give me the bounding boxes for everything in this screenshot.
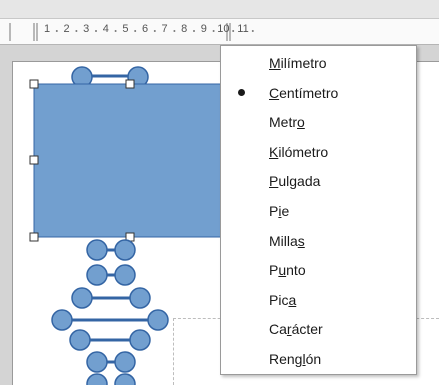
menu-item-pica[interactable]: Pica <box>221 285 416 315</box>
menu-item-metro[interactable]: Metro <box>221 107 416 137</box>
menu-item-label: Punto <box>269 262 306 279</box>
menu-item-kilometro[interactable]: Kilómetro <box>221 137 416 167</box>
menu-item-label: Kilómetro <box>269 143 329 160</box>
menu-item-label: Carácter <box>269 321 323 338</box>
menu-item-millas[interactable]: Millas <box>221 226 416 256</box>
menu-item-label: Milímetro <box>269 55 327 71</box>
menu-item-pie[interactable]: Pie <box>221 196 416 226</box>
menu-item-label: Renglón <box>269 351 322 367</box>
menu-item-label: Metro <box>269 114 305 131</box>
menu-item-caracter[interactable]: Carácter <box>221 314 416 344</box>
radio-dot-icon <box>238 88 245 96</box>
menu-item-label: Pie <box>269 203 290 219</box>
menu-item-label: Pica <box>269 291 297 308</box>
unit-context-menu[interactable]: Milímetro Centímetro Metro Kilómetro Pulgada… <box>220 45 417 375</box>
menu-item-label: Centímetro <box>269 84 339 101</box>
menu-item-centimetro[interactable]: Centímetro <box>221 78 416 108</box>
menu-item-renglon[interactable]: Renglón <box>221 344 416 374</box>
menu-item-pulgada[interactable]: Pulgada <box>221 166 416 196</box>
menu-item-milimetro[interactable]: Milímetro <box>221 48 416 78</box>
menu-item-label: Pulgada <box>269 173 321 190</box>
menu-item-punto[interactable]: Punto <box>221 255 416 285</box>
menu-item-label: Millas <box>269 232 305 249</box>
chain-shapes[interactable] <box>51 239 169 385</box>
selected-rectangle-shape[interactable] <box>33 83 227 238</box>
